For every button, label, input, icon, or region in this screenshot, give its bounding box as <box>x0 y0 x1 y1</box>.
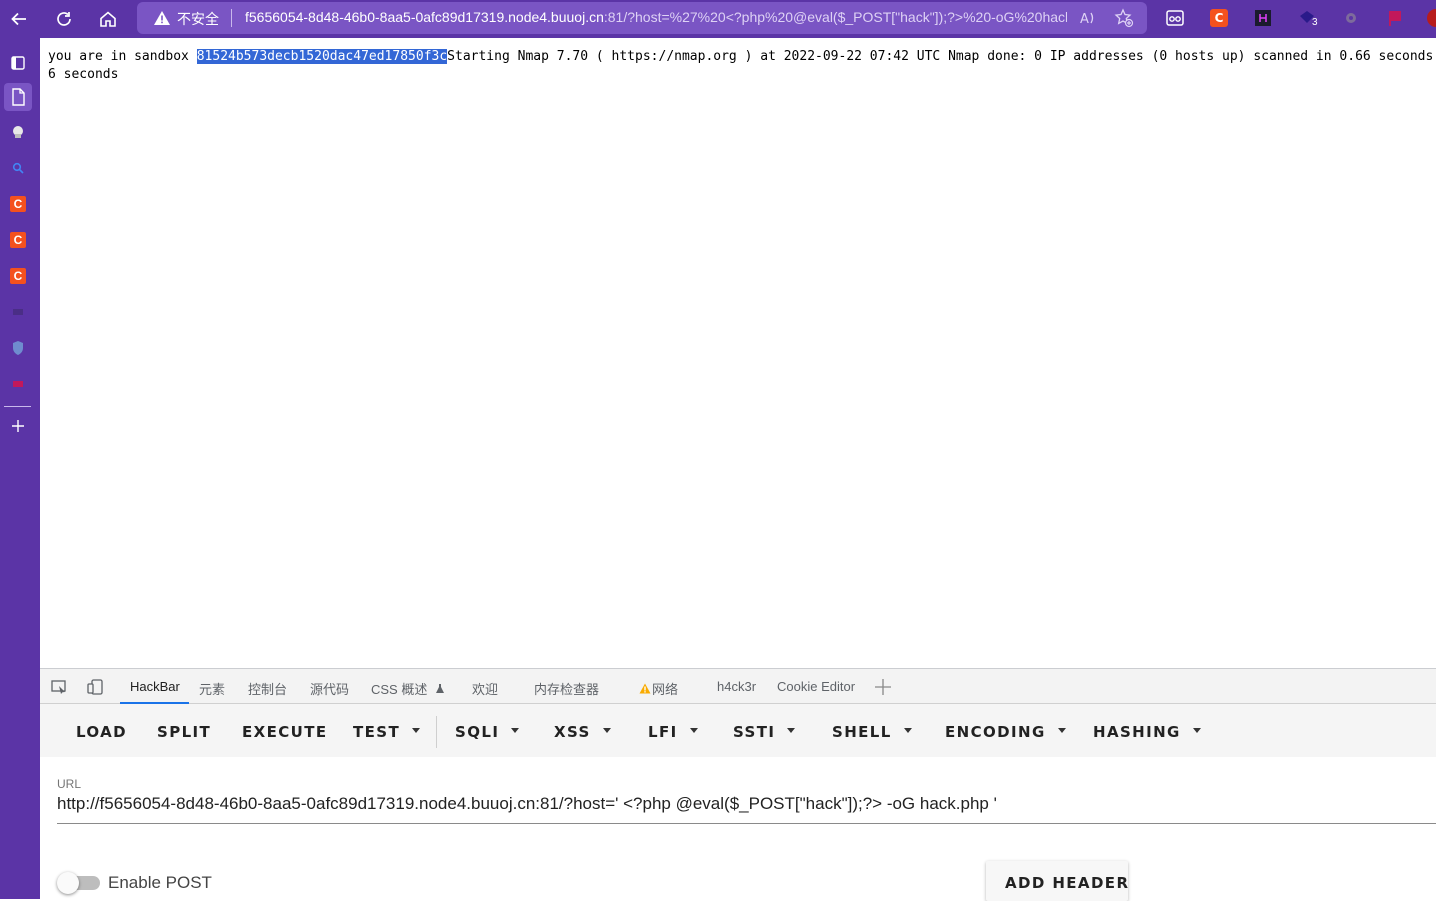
tab-hackbar[interactable]: HackBar <box>130 679 180 694</box>
add-icon[interactable] <box>4 412 32 440</box>
chevron-down-icon <box>511 728 520 733</box>
xss-label: XSS <box>554 723 591 741</box>
device-toolbar-icon[interactable] <box>85 677 105 697</box>
tab-cookie-editor[interactable]: Cookie Editor <box>777 679 855 694</box>
warning-icon <box>153 10 171 31</box>
url-field[interactable]: http://f5656054-8d48-46b0-8aa5-0afc89d17… <box>57 794 1436 814</box>
sidebar-divider <box>4 406 31 407</box>
back-arrow-icon[interactable] <box>4 4 34 34</box>
csdn-icon[interactable]: C <box>4 226 32 254</box>
h-extension-icon[interactable] <box>1253 8 1273 28</box>
svg-text:A: A <box>1080 12 1089 27</box>
tab-console[interactable]: 控制台 <box>248 679 287 698</box>
ssti-label: SSTI <box>733 723 776 741</box>
hackbar-toolbar: LOAD SPLIT EXECUTE TEST SQLI XSS LFI SST… <box>40 704 1436 757</box>
encoding-label: ENCODING <box>945 723 1046 741</box>
profile-icon[interactable] <box>1426 8 1436 28</box>
tab-elements[interactable]: 元素 <box>199 679 225 698</box>
test-label: TEST <box>353 723 401 741</box>
chevron-down-icon <box>787 728 796 733</box>
nmap-output: you are in sandbox 81524b573decb1520dac4… <box>48 48 1436 84</box>
experiment-flask-icon <box>435 684 444 693</box>
sqli-label: SQLI <box>455 723 500 741</box>
chevron-down-icon <box>903 728 912 733</box>
ssti-dropdown[interactable]: SSTI <box>733 723 796 741</box>
url-field-label: URL <box>57 777 82 791</box>
red-icon[interactable] <box>4 370 32 398</box>
tab-css-overview-label: CSS 概述 <box>371 682 428 697</box>
network-warning-icon <box>639 683 651 694</box>
csdn-extension-label: C <box>1210 9 1228 27</box>
csdn-extension-icon[interactable]: C <box>1209 8 1229 28</box>
sandbox-prefix: you are in sandbox <box>48 49 197 64</box>
chevron-down-icon <box>412 728 421 733</box>
csdn-label: C <box>10 232 26 248</box>
shield-icon[interactable] <box>4 334 32 362</box>
tab-actions-icon[interactable] <box>4 49 32 77</box>
gear-extension-icon[interactable] <box>1341 8 1361 28</box>
flag-extension-icon[interactable] <box>1385 8 1405 28</box>
search-icon[interactable] <box>4 154 32 182</box>
tab-network-label: 网络 <box>652 682 679 697</box>
url-field-underline <box>57 823 1436 824</box>
tab-css-overview[interactable]: CSS 概述 <box>371 679 445 698</box>
add-header-label: ADD HEADER <box>1005 874 1130 892</box>
extension-badge-icon[interactable]: 3 <box>1297 8 1318 28</box>
shell-label: SHELL <box>832 723 892 741</box>
home-icon[interactable] <box>93 4 123 34</box>
tab-h4ck3r[interactable]: h4ck3r <box>717 679 756 694</box>
csdn-icon[interactable]: C <box>4 262 32 290</box>
browser-sidebar: C C C <box>0 38 40 899</box>
tab-network[interactable]: 网络 <box>639 679 678 698</box>
refresh-icon[interactable] <box>49 4 79 34</box>
sandbox-hash: 81524b573decb1520dac47ed17850f3c <box>196 49 448 64</box>
enable-post-label: Enable POST <box>108 873 212 892</box>
chevron-down-icon <box>1192 728 1201 733</box>
add-header-button[interactable]: ADD HEADER <box>986 861 1128 901</box>
inspect-element-icon[interactable] <box>49 677 69 697</box>
test-dropdown[interactable]: TEST <box>353 723 421 741</box>
dark-icon[interactable] <box>4 298 32 326</box>
chef-icon[interactable] <box>4 118 32 146</box>
execute-button[interactable]: EXECUTE <box>242 723 328 741</box>
chevron-down-icon <box>602 728 611 733</box>
favorite-add-icon[interactable] <box>1114 8 1134 28</box>
address-url[interactable]: f5656054-8d48-46b0-8aa5-0afc89d17319.nod… <box>245 9 1067 25</box>
split-button[interactable]: SPLIT <box>157 723 211 741</box>
url-rest: :81/?host=%27%20<?php%20@eval($_POST["ha… <box>603 9 1067 25</box>
devtools-tabbar: HackBar 元素 控制台 源代码 CSS 概述 欢迎 内存检查器 网络 h4… <box>40 669 1436 704</box>
csdn-label: C <box>10 196 26 212</box>
tab-welcome[interactable]: 欢迎 <box>472 679 498 698</box>
load-button[interactable]: LOAD <box>76 723 127 741</box>
page-content: you are in sandbox 81524b573decb1520dac4… <box>40 38 1436 668</box>
address-bar[interactable]: 不安全 f5656054-8d48-46b0-8aa5-0afc89d17319… <box>137 2 1147 34</box>
security-label[interactable]: 不安全 <box>177 9 219 29</box>
hashing-dropdown[interactable]: HASHING <box>1093 723 1201 741</box>
url-host: f5656054-8d48-46b0-8aa5-0afc89d17319.nod… <box>245 9 604 25</box>
sqli-dropdown[interactable]: SQLI <box>455 723 520 741</box>
tab-sources[interactable]: 源代码 <box>310 679 349 698</box>
hashing-label: HASHING <box>1093 723 1181 741</box>
page-icon[interactable] <box>4 83 32 111</box>
chevron-down-icon <box>1057 728 1066 733</box>
encoding-dropdown[interactable]: ENCODING <box>945 723 1066 741</box>
add-tab-icon[interactable] <box>873 677 893 697</box>
lfi-label: LFI <box>648 723 678 741</box>
csdn-label: C <box>10 268 26 284</box>
extension-badge-count: 3 <box>1312 17 1318 28</box>
toolbar-divider <box>436 716 437 748</box>
tab-memory-inspector[interactable]: 内存检查器 <box>534 679 599 698</box>
address-divider <box>231 9 232 27</box>
shell-dropdown[interactable]: SHELL <box>832 723 912 741</box>
csdn-icon[interactable]: C <box>4 190 32 218</box>
browser-toolbar: 不安全 f5656054-8d48-46b0-8aa5-0afc89d17319… <box>0 0 1436 38</box>
devtools-panel: HackBar 元素 控制台 源代码 CSS 概述 欢迎 内存检查器 网络 h4… <box>40 668 1436 901</box>
lfi-dropdown[interactable]: LFI <box>648 723 698 741</box>
xss-dropdown[interactable]: XSS <box>554 723 611 741</box>
read-aloud-icon[interactable]: A <box>1078 8 1098 28</box>
chevron-down-icon <box>689 728 698 733</box>
glasses-extension-icon[interactable] <box>1165 8 1185 28</box>
enable-post-toggle-knob[interactable] <box>57 872 79 894</box>
